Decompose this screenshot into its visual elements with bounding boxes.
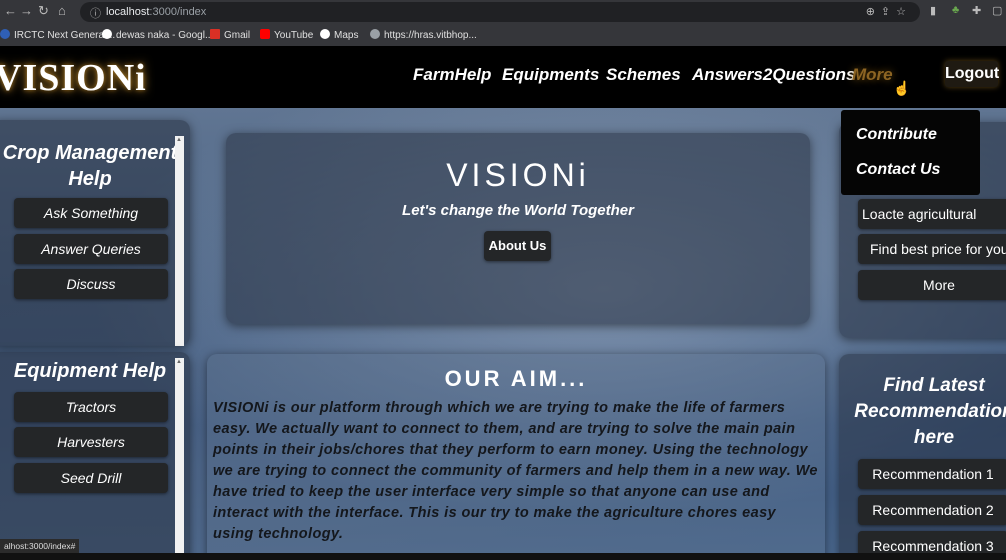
- ask-something-button[interactable]: Ask Something: [14, 198, 168, 228]
- more-services-button[interactable]: More: [858, 270, 1006, 300]
- bookmark-label: YouTube: [274, 30, 314, 41]
- url-path: :3000/index: [149, 6, 207, 18]
- hero-panel: VISIONi Let's change the World Together …: [226, 133, 810, 324]
- recommendation-2-button[interactable]: Recommendation 2: [858, 495, 1006, 525]
- recommendations-panel: Find Latest Recommendation here Recommen…: [839, 354, 1006, 560]
- find-best-price-button[interactable]: Find best price for you: [858, 234, 1006, 264]
- nav-farmhelp[interactable]: FarmHelp: [413, 65, 491, 85]
- about-us-button[interactable]: About Us: [484, 231, 551, 261]
- scroll-up-icon[interactable]: ▲: [176, 359, 182, 365]
- address-bar-actions: ⊕⇪☆: [866, 5, 912, 18]
- crop-management-panel: Crop Management Help Ask Something Answe…: [0, 120, 190, 346]
- irctc-icon: [0, 29, 10, 39]
- os-taskbar: [0, 553, 1006, 560]
- hero-title: VISIONi: [446, 157, 590, 193]
- nav-equipments[interactable]: Equipments: [502, 65, 599, 85]
- globe-icon: [370, 29, 380, 39]
- nav-more[interactable]: More: [852, 65, 893, 85]
- bookmark-label: Maps: [334, 30, 359, 41]
- bookmark-hras[interactable]: https://hras.vitbhop...: [370, 29, 477, 41]
- bookmark-label: IRCTC Next Generat...: [14, 30, 116, 41]
- address-bar[interactable]: ⓘ localhost:3000/index ⊕⇪☆: [80, 2, 920, 22]
- bookmark-gmail[interactable]: Gmail: [210, 29, 250, 41]
- url-text[interactable]: localhost:3000/index: [106, 6, 206, 18]
- our-aim-panel: OUR AIM... VISIONi is our platform throu…: [207, 354, 825, 560]
- browser-toolbar: ← → ↻ ⌂ ⓘ localhost:3000/index ⊕⇪☆ ▮ ♣ ✚…: [0, 0, 1006, 24]
- recommendation-1-button[interactable]: Recommendation 1: [858, 459, 1006, 489]
- logout-button[interactable]: Logout: [945, 61, 999, 87]
- dropdown-contact-us[interactable]: Contact Us: [856, 161, 940, 179]
- recommendations-title: Find Latest Recommendation here: [854, 375, 1006, 448]
- zoom-icon[interactable]: ⊕: [866, 6, 881, 18]
- google-icon: [102, 29, 112, 39]
- url-host: localhost: [106, 6, 150, 18]
- answer-queries-button[interactable]: Answer Queries: [14, 234, 168, 264]
- reload-icon[interactable]: ↻: [38, 3, 49, 19]
- discuss-button[interactable]: Discuss: [14, 269, 168, 299]
- bookmarks-bar: IRCTC Next Generat... dewas naka - Googl…: [0, 24, 1006, 47]
- site-logo[interactable]: VISIONi: [0, 56, 147, 100]
- equipment-help-panel: Equipment Help Tractors Harvesters Seed …: [0, 352, 190, 560]
- back-icon[interactable]: ←: [4, 3, 17, 18]
- locate-agricultural-button[interactable]: Loacte agricultural: [858, 199, 1006, 229]
- site-navbar: VISIONi FarmHelp Equipments Schemes Answ…: [0, 46, 1006, 108]
- hand-cursor-icon: ☝: [893, 80, 911, 96]
- sidepanel-icon[interactable]: ▢: [992, 4, 1002, 17]
- youtube-icon: [260, 29, 270, 39]
- equipment-help-title: Equipment Help: [13, 360, 167, 382]
- extension-icon[interactable]: ▮: [930, 4, 936, 17]
- bookmark-dewas-naka[interactable]: dewas naka - Googl...: [102, 29, 213, 41]
- more-dropdown-menu: Contribute Contact Us: [841, 110, 980, 195]
- crop-management-title: Crop Management Help: [2, 142, 178, 190]
- hero-subtitle: Let's change the World Together: [402, 202, 634, 219]
- google-icon: [320, 29, 330, 39]
- bookmark-label: Gmail: [224, 30, 251, 41]
- tractors-button[interactable]: Tractors: [14, 392, 168, 422]
- status-bar-url: alhost:3000/index#: [0, 539, 80, 553]
- bookmark-maps[interactable]: Maps: [320, 29, 358, 41]
- bookmark-star-icon[interactable]: ☆: [896, 6, 912, 18]
- site-info-icon[interactable]: ⓘ: [90, 5, 101, 21]
- nav-schemes[interactable]: Schemes: [606, 65, 681, 85]
- equipment-panel-scrollbar[interactable]: ▲: [175, 358, 184, 560]
- nav-answers2questions[interactable]: Answers2Questions: [692, 65, 855, 85]
- crop-panel-scrollbar[interactable]: ▲: [175, 136, 184, 346]
- bookmark-label: dewas naka - Googl...: [116, 30, 214, 41]
- tree-extension-icon[interactable]: ♣: [952, 4, 959, 16]
- bookmark-irctc[interactable]: IRCTC Next Generat...: [0, 29, 115, 41]
- gmail-icon: [210, 29, 220, 39]
- bookmark-label: https://hras.vitbhop...: [384, 30, 477, 41]
- forward-icon[interactable]: →: [20, 3, 33, 18]
- bookmark-youtube[interactable]: YouTube: [260, 29, 313, 41]
- share-icon[interactable]: ⇪: [881, 6, 896, 18]
- dropdown-contribute[interactable]: Contribute: [856, 126, 937, 144]
- harvesters-button[interactable]: Harvesters: [14, 427, 168, 457]
- scroll-up-icon[interactable]: ▲: [176, 137, 182, 143]
- our-aim-title: OUR AIM...: [444, 366, 588, 391]
- seed-drill-button[interactable]: Seed Drill: [14, 463, 168, 493]
- puzzle-extensions-icon[interactable]: ✚: [972, 4, 981, 17]
- home-icon[interactable]: ⌂: [58, 3, 66, 18]
- our-aim-text: VISIONi is our platform through which we…: [213, 400, 818, 542]
